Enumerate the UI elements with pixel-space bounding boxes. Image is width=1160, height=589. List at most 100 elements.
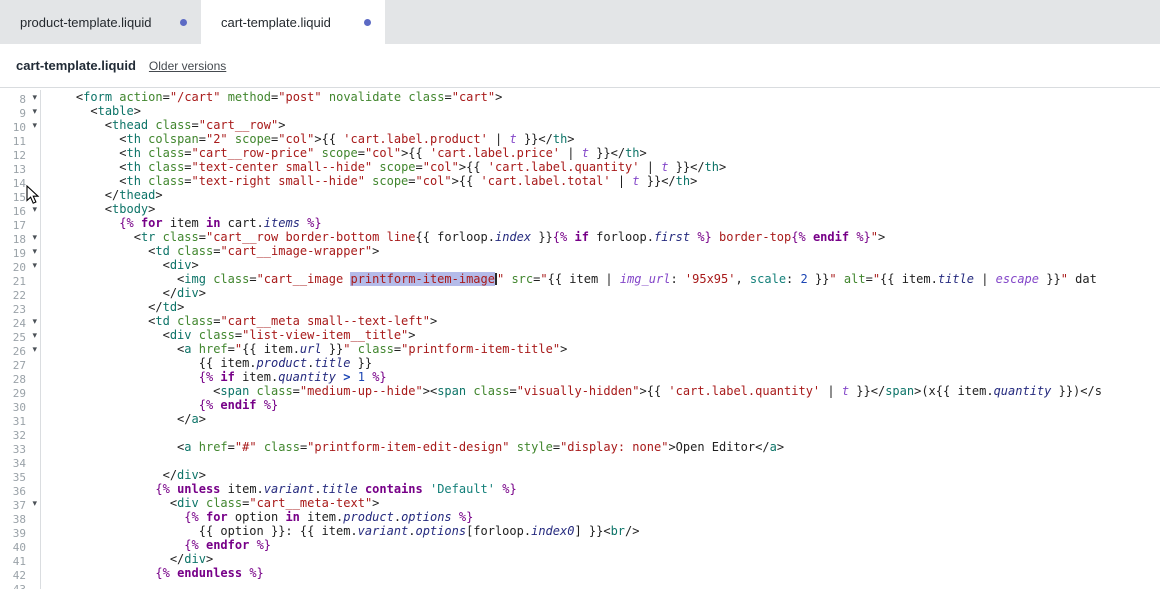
code-text[interactable]: {{ item.product.title }} [41,356,1160,370]
code-token: < [134,230,141,244]
code-line[interactable]: 9▾ <table> [0,104,1160,118]
code-text[interactable]: {% for item in cart.items %} [41,216,1160,230]
code-line[interactable]: 42 {% endunless %} [0,566,1160,580]
code-line[interactable]: 10▾ <thead class="cart__row"> [0,118,1160,132]
older-versions-link[interactable]: Older versions [149,59,226,73]
code-line[interactable]: 21 <img class="cart__image printform-ite… [0,272,1160,286]
code-line[interactable]: 37▾ <div class="cart__meta-text"> [0,496,1160,510]
code-line[interactable]: 41 </div> [0,552,1160,566]
gutter-cell: 31 [0,412,41,426]
code-line[interactable]: 11 <th colspan="2" scope="col">{{ 'cart.… [0,132,1160,146]
code-line[interactable]: 33 <a href="#" class="printform-item-edi… [0,440,1160,454]
code-text[interactable] [41,454,1160,468]
code-line[interactable]: 19▾ <td class="cart__image-wrapper"> [0,244,1160,258]
code-text[interactable]: <th class="cart__row-price" scope="col">… [41,146,1160,160]
code-token: = [184,146,191,160]
code-text[interactable]: <tbody> [41,202,1160,216]
code-text[interactable]: {% endif %} [41,398,1160,412]
code-token: class [199,328,235,342]
code-text[interactable]: {% unless item.variant.title contains 'D… [41,482,1160,496]
code-line[interactable]: 18▾ <tr class="cart__row border-bottom l… [0,230,1160,244]
code-line[interactable]: 40 {% endfor %} [0,538,1160,552]
code-token: {{ item | [548,272,620,286]
code-line[interactable]: 30 {% endif %} [0,398,1160,412]
code-text[interactable]: <table> [41,104,1160,118]
code-line[interactable]: 20▾ <div> [0,258,1160,272]
code-area[interactable]: 8▾ <form action="/cart" method="post" no… [0,88,1160,589]
code-text[interactable]: <a href="#" class="printform-item-edit-d… [41,440,1160,454]
code-text[interactable]: <th class="text-center small--hide" scop… [41,160,1160,174]
fold-arrow-icon[interactable]: ▾ [32,230,37,244]
fold-arrow-icon[interactable]: ▾ [32,244,37,258]
code-text[interactable]: </div> [41,286,1160,300]
code-text[interactable]: <form action="/cart" method="post" noval… [41,90,1160,104]
fold-arrow-icon[interactable]: ▾ [32,258,37,272]
code-text[interactable]: <td class="cart__image-wrapper"> [41,244,1160,258]
code-line[interactable]: 39 {{ option }}: {{ item.variant.options… [0,524,1160,538]
code-text[interactable]: <div class="cart__meta-text"> [41,496,1160,510]
code-text[interactable]: <div> [41,258,1160,272]
fold-arrow-icon[interactable]: ▾ [32,342,37,356]
code-text[interactable]: <img class="cart__image printform-item-i… [41,272,1160,286]
code-line[interactable]: 16▾ <tbody> [0,202,1160,216]
code-text[interactable]: </thead> [41,188,1160,202]
code-line[interactable]: 23 </td> [0,300,1160,314]
fold-arrow-icon[interactable]: ▾ [32,104,37,118]
code-text[interactable]: <td class="cart__meta small--text-left"> [41,314,1160,328]
tab-cart-template[interactable]: cart-template.liquid [201,0,385,44]
code-token: {{ option }}: {{ item. [199,524,358,538]
code-line[interactable]: 28 {% if item.quantity > 1 %} [0,370,1160,384]
code-line[interactable]: 15 </thead> [0,188,1160,202]
code-token: /> [625,524,639,538]
fold-arrow-icon[interactable]: ▾ [32,496,37,510]
code-line[interactable]: 25▾ <div class="list-view-item__title"> [0,328,1160,342]
code-token: | [560,146,582,160]
code-text[interactable]: <a href="{{ item.url }}" class="printfor… [41,342,1160,356]
code-token: method [228,90,271,104]
code-line[interactable]: 29 <span class="medium-up--hide"><span c… [0,384,1160,398]
fold-arrow-icon[interactable]: ▾ [32,90,37,104]
code-text[interactable]: <th colspan="2" scope="col">{{ 'cart.lab… [41,132,1160,146]
code-token: > [372,244,379,258]
code-line[interactable]: 31 </a> [0,412,1160,426]
code-token [423,482,430,496]
code-text[interactable]: </td> [41,300,1160,314]
code-line[interactable]: 32 [0,426,1160,440]
code-line[interactable]: 22 </div> [0,286,1160,300]
code-text[interactable]: {% endunless %} [41,566,1160,580]
code-text[interactable]: {% if item.quantity > 1 %} [41,370,1160,384]
code-line[interactable]: 24▾ <td class="cart__meta small--text-le… [0,314,1160,328]
code-line[interactable]: 12 <th class="cart__row-price" scope="co… [0,146,1160,160]
code-line[interactable]: 14 <th class="text-right small--hide" sc… [0,174,1160,188]
code-text[interactable]: </a> [41,412,1160,426]
code-text[interactable]: </div> [41,468,1160,482]
code-text[interactable]: <tr class="cart__row border-bottom line{… [41,230,1160,244]
code-token: 1 [358,370,365,384]
code-text[interactable]: <th class="text-right small--hide" scope… [41,174,1160,188]
code-text[interactable] [41,426,1160,440]
fold-arrow-icon[interactable]: ▾ [32,328,37,342]
code-line[interactable]: 34 [0,454,1160,468]
code-line[interactable]: 26▾ <a href="{{ item.url }}" class="prin… [0,342,1160,356]
code-text[interactable]: <div class="list-view-item__title"> [41,328,1160,342]
code-line[interactable]: 35 </div> [0,468,1160,482]
fold-arrow-icon[interactable]: ▾ [32,202,37,216]
code-text[interactable]: <span class="medium-up--hide"><span clas… [41,384,1160,398]
code-line[interactable]: 8▾ <form action="/cart" method="post" no… [0,90,1160,104]
code-text[interactable]: </div> [41,552,1160,566]
tab-product-template[interactable]: product-template.liquid [0,0,201,44]
code-text[interactable]: {% for option in item.product.options %} [41,510,1160,524]
code-text[interactable]: {% endfor %} [41,538,1160,552]
code-line[interactable]: 27 {{ item.product.title }} [0,356,1160,370]
code-line[interactable]: 17 {% for item in cart.items %} [0,216,1160,230]
code-line[interactable]: 13 <th class="text-center small--hide" s… [0,160,1160,174]
fold-arrow-icon[interactable]: ▾ [32,314,37,328]
code-text[interactable] [41,580,1160,589]
code-line[interactable]: 43 [0,580,1160,589]
code-line[interactable]: 38 {% for option in item.product.options… [0,510,1160,524]
code-token: unless [177,482,220,496]
code-text[interactable]: <thead class="cart__row"> [41,118,1160,132]
fold-arrow-icon[interactable]: ▾ [32,118,37,132]
code-line[interactable]: 36 {% unless item.variant.title contains… [0,482,1160,496]
code-text[interactable]: {{ option }}: {{ item.variant.options[fo… [41,524,1160,538]
